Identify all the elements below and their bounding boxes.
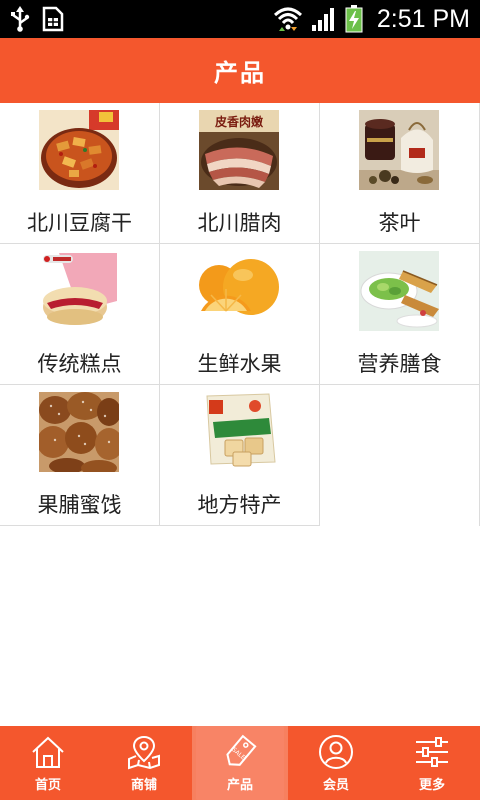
- product-grid: 北川豆腐干 皮香肉嫩 北川腊肉 茶叶 传统糕点 生鲜水果 营养膳食 果脯蜜饯 地…: [0, 103, 480, 526]
- map-store-icon: [128, 735, 160, 770]
- product-card-tofu[interactable]: 北川豆腐干: [0, 103, 160, 244]
- nav-label: 产品: [226, 778, 253, 793]
- product-label: 地方特产: [197, 493, 282, 517]
- settings-sliders-icon: [416, 737, 448, 767]
- product-card-local-specialty[interactable]: 地方特产: [160, 385, 320, 526]
- product-label: 生鲜水果: [197, 352, 282, 376]
- product-card-meal[interactable]: 营养膳食: [320, 244, 480, 385]
- status-bar-left: [10, 4, 64, 34]
- home-icon: [32, 736, 64, 768]
- tea-product-image: [359, 110, 439, 190]
- nav-label: 商铺: [130, 778, 157, 793]
- sale-tag-icon: SALE: [226, 734, 257, 766]
- product-label: 果脯蜜饯: [37, 493, 122, 517]
- nav-tab-member[interactable]: 会员: [288, 726, 384, 800]
- product-card-candied-fruit[interactable]: 果脯蜜饯: [0, 385, 160, 526]
- status-bar-right: 2:51 PM: [273, 4, 470, 34]
- product-label: 北川豆腐干: [27, 211, 132, 235]
- status-bar: 2:51 PM: [0, 0, 480, 38]
- nav-tab-home[interactable]: 首页: [0, 726, 96, 800]
- spicy-tofu-product-image: [39, 110, 119, 190]
- product-card-fruit[interactable]: 生鲜水果: [160, 244, 320, 385]
- bottom-navigation: 首页 商铺 SALE 产品 会员 更多: [0, 726, 480, 800]
- sim-icon: [42, 6, 64, 32]
- nav-tab-products[interactable]: SALE 产品: [192, 726, 288, 800]
- battery-charging-icon: [345, 5, 363, 33]
- product-label: 茶叶: [378, 211, 421, 235]
- cured-pork-product-image: 皮香肉嫩: [199, 110, 279, 190]
- candied-fruit-product-image: [39, 392, 119, 472]
- pastry-product-image: [39, 251, 119, 331]
- title-bar: 产品: [0, 38, 480, 103]
- nav-tab-more[interactable]: 更多: [384, 726, 480, 800]
- product-card-cured-pork[interactable]: 皮香肉嫩 北川腊肉: [160, 103, 320, 244]
- nav-label: 会员: [322, 778, 349, 793]
- image-caption: 皮香肉嫩: [214, 114, 264, 129]
- grid-row: 北川豆腐干 皮香肉嫩 北川腊肉 茶叶: [0, 103, 480, 244]
- product-card-tea[interactable]: 茶叶: [320, 103, 480, 244]
- clock: 2:51 PM: [376, 4, 470, 33]
- nav-label: 首页: [34, 778, 61, 793]
- meal-dish-product-image: [359, 251, 439, 331]
- signal-icon: [311, 6, 337, 32]
- grid-row: 果脯蜜饯 地方特产: [0, 385, 480, 526]
- user-icon: [319, 735, 353, 769]
- grid-row: 传统糕点 生鲜水果 营养膳食: [0, 244, 480, 385]
- empty-cell: [320, 385, 480, 526]
- product-label: 营养膳食: [357, 352, 442, 376]
- nav-tab-stores[interactable]: 商铺: [96, 726, 192, 800]
- usb-icon: [10, 6, 30, 32]
- nav-label: 更多: [418, 778, 445, 793]
- orange-fruit-product-image: [199, 251, 279, 331]
- wifi-icon: [273, 5, 303, 33]
- page-title: 产品: [214, 59, 266, 87]
- product-card-pastry[interactable]: 传统糕点: [0, 244, 160, 385]
- product-label: 传统糕点: [37, 352, 122, 376]
- local-specialty-product-image: [199, 392, 279, 472]
- product-label: 北川腊肉: [197, 211, 282, 235]
